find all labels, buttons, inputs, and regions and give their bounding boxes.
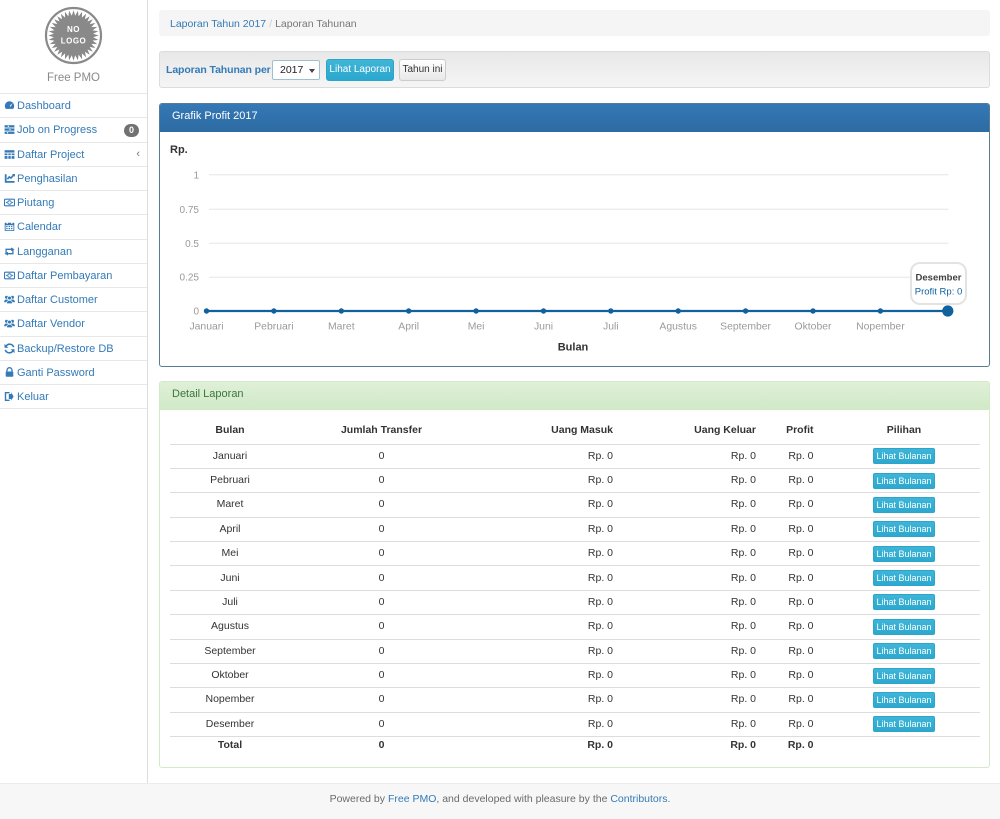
svg-text:Maret: Maret [328,322,355,333]
svg-text:0.25: 0.25 [180,273,200,284]
svg-text:0.75: 0.75 [180,205,200,216]
svg-text:Januari: Januari [189,322,223,333]
svg-text:Desember: Desember [916,273,962,284]
svg-text:0: 0 [193,307,199,318]
svg-text:1: 1 [193,170,199,181]
svg-text:September: September [720,322,771,333]
svg-text:Juli: Juli [603,322,619,333]
svg-text:Profit Rp: 0: Profit Rp: 0 [915,287,963,298]
svg-text:Rp.: Rp. [170,144,188,156]
svg-text:Juni: Juni [534,322,553,333]
svg-text:Nopember: Nopember [856,322,905,333]
svg-text:Oktober: Oktober [795,322,833,333]
svg-text:NO: NO [67,25,80,34]
svg-text:LOGO: LOGO [61,36,87,45]
svg-text:Mei: Mei [468,322,485,333]
svg-text:Agustus: Agustus [659,322,697,333]
svg-text:April: April [398,322,419,333]
svg-text:Pebruari: Pebruari [254,322,293,333]
svg-text:0.5: 0.5 [185,239,199,250]
svg-text:Bulan: Bulan [558,342,589,354]
